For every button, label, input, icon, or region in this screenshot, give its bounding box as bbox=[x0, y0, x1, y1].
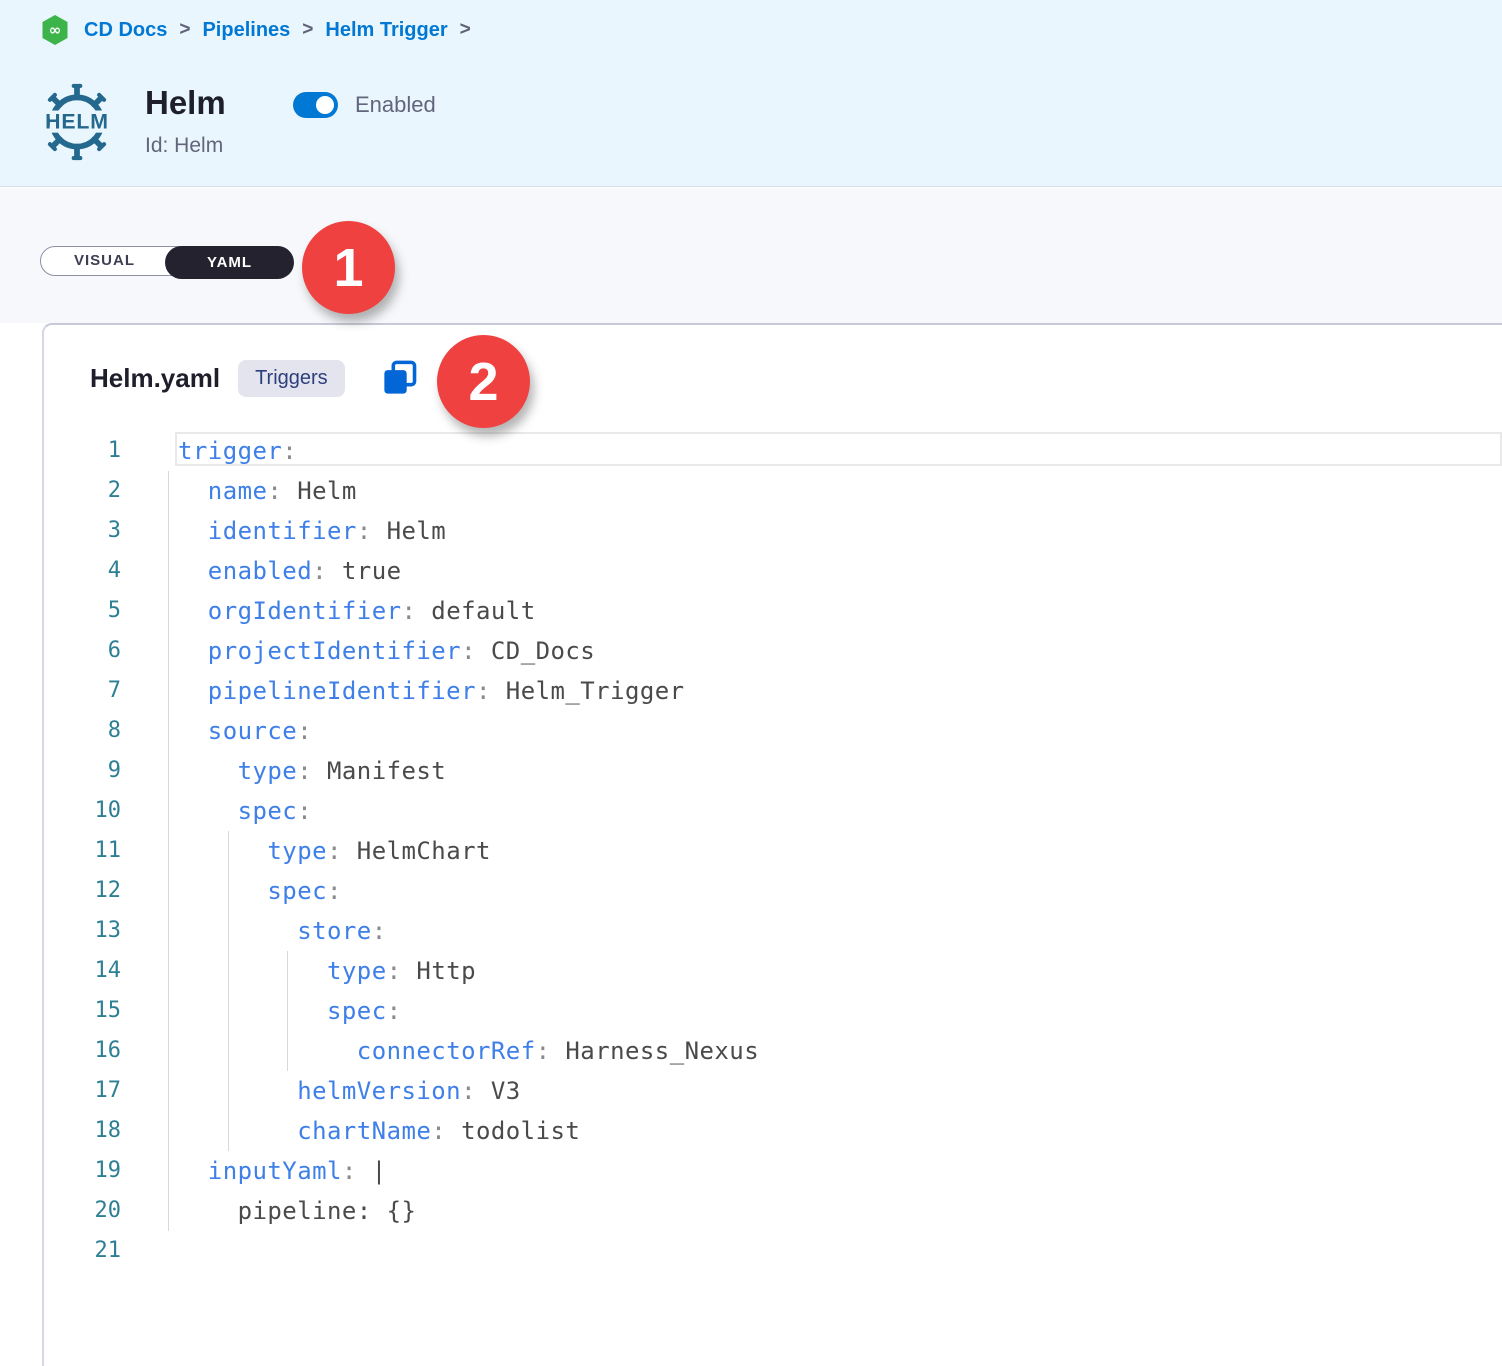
breadcrumb-separator: > bbox=[300, 19, 315, 41]
line-content: inputYaml: | bbox=[168, 1151, 1502, 1191]
line-number: 9 bbox=[44, 751, 168, 791]
line-content: pipeline: {} bbox=[168, 1191, 1502, 1231]
line-number: 18 bbox=[44, 1111, 168, 1151]
line-number: 21 bbox=[44, 1231, 168, 1271]
line-content: orgIdentifier: default bbox=[168, 591, 1502, 631]
svg-text:∞: ∞ bbox=[49, 21, 62, 39]
line-content: spec: bbox=[168, 871, 1502, 911]
line-number: 16 bbox=[44, 1031, 168, 1071]
toolbar-strip: VISUAL YAML 1 bbox=[0, 188, 1502, 323]
yaml-editor-rows[interactable]: 1trigger:2name: Helm3identifier: Helm4en… bbox=[44, 431, 1502, 1271]
editor-line[interactable]: 13store: bbox=[44, 911, 1502, 951]
svg-text:HELM: HELM bbox=[45, 110, 109, 134]
line-number: 1 bbox=[44, 431, 168, 471]
editor-line[interactable]: 3identifier: Helm bbox=[44, 511, 1502, 551]
line-content: store: bbox=[168, 911, 1502, 951]
page-header: ∞ CD Docs > Pipelines > Helm Trigger > HELM bbox=[0, 0, 1502, 187]
line-number: 20 bbox=[44, 1191, 168, 1231]
line-number: 11 bbox=[44, 831, 168, 871]
cd-module-icon: ∞ bbox=[40, 14, 70, 46]
toggle-knob bbox=[313, 93, 337, 117]
tab-visual[interactable]: VISUAL bbox=[41, 247, 168, 274]
page: ∞ CD Docs > Pipelines > Helm Trigger > HELM bbox=[0, 0, 1502, 1366]
line-content: spec: bbox=[168, 791, 1502, 831]
line-content: type: Http bbox=[168, 951, 1502, 991]
editor-line[interactable]: 8source: bbox=[44, 711, 1502, 751]
line-number: 3 bbox=[44, 511, 168, 551]
line-content: helmVersion: V3 bbox=[168, 1071, 1502, 1111]
breadcrumb-link[interactable]: CD Docs bbox=[84, 19, 167, 42]
editor-line[interactable]: 20pipeline: {} bbox=[44, 1191, 1502, 1231]
annotation-step-2: 2 bbox=[437, 335, 530, 428]
breadcrumb: ∞ CD Docs > Pipelines > Helm Trigger > bbox=[40, 14, 473, 46]
editor-line[interactable]: 1trigger: bbox=[44, 431, 1502, 471]
breadcrumb-link[interactable]: Helm Trigger bbox=[325, 19, 447, 42]
breadcrumb-separator: > bbox=[458, 19, 473, 41]
enabled-toggle[interactable] bbox=[293, 92, 338, 118]
editor-line[interactable]: 16connectorRef: Harness_Nexus bbox=[44, 1031, 1502, 1071]
line-content: name: Helm bbox=[168, 471, 1502, 511]
line-content: spec: bbox=[168, 991, 1502, 1031]
editor-line[interactable]: 11type: HelmChart bbox=[44, 831, 1502, 871]
editor-line[interactable]: 19inputYaml: | bbox=[44, 1151, 1502, 1191]
line-number: 19 bbox=[44, 1151, 168, 1191]
line-number: 13 bbox=[44, 911, 168, 951]
annotation-step-1: 1 bbox=[302, 221, 395, 314]
editor-line[interactable]: 12spec: bbox=[44, 871, 1502, 911]
line-content bbox=[168, 1231, 1502, 1271]
line-content: trigger: bbox=[168, 431, 1502, 471]
editor-line[interactable]: 18chartName: todolist bbox=[44, 1111, 1502, 1151]
line-number: 8 bbox=[44, 711, 168, 751]
copy-icon[interactable] bbox=[381, 359, 419, 397]
line-number: 15 bbox=[44, 991, 168, 1031]
editor-line[interactable]: 5orgIdentifier: default bbox=[44, 591, 1502, 631]
line-content: projectIdentifier: CD_Docs bbox=[168, 631, 1502, 671]
page-title: Helm bbox=[145, 84, 226, 122]
triggers-badge: Triggers bbox=[238, 360, 345, 397]
line-content: chartName: todolist bbox=[168, 1111, 1502, 1151]
line-content: type: HelmChart bbox=[168, 831, 1502, 871]
editor-line[interactable]: 17helmVersion: V3 bbox=[44, 1071, 1502, 1111]
enabled-label: Enabled bbox=[355, 92, 436, 118]
line-content: type: Manifest bbox=[168, 751, 1502, 791]
editor-line[interactable]: 10spec: bbox=[44, 791, 1502, 831]
line-content: identifier: Helm bbox=[168, 511, 1502, 551]
line-content: pipelineIdentifier: Helm_Trigger bbox=[168, 671, 1502, 711]
editor-line[interactable]: 21 bbox=[44, 1231, 1502, 1271]
trigger-id: Id: Helm bbox=[145, 134, 223, 158]
yaml-panel-header: Helm.yaml Triggers 2 bbox=[44, 325, 1502, 431]
line-number: 7 bbox=[44, 671, 168, 711]
editor-line[interactable]: 2name: Helm bbox=[44, 471, 1502, 511]
line-number: 2 bbox=[44, 471, 168, 511]
line-number: 5 bbox=[44, 591, 168, 631]
editor-line[interactable]: 14type: Http bbox=[44, 951, 1502, 991]
editor-line[interactable]: 7pipelineIdentifier: Helm_Trigger bbox=[44, 671, 1502, 711]
line-content: source: bbox=[168, 711, 1502, 751]
editor-line[interactable]: 4enabled: true bbox=[44, 551, 1502, 591]
breadcrumb-separator: > bbox=[177, 19, 192, 41]
line-number: 4 bbox=[44, 551, 168, 591]
editor-line[interactable]: 15spec: bbox=[44, 991, 1502, 1031]
yaml-panel: Helm.yaml Triggers 2 1trigger:2name: Hel… bbox=[42, 323, 1502, 1366]
editor-line[interactable]: 6projectIdentifier: CD_Docs bbox=[44, 631, 1502, 671]
file-name: Helm.yaml bbox=[90, 363, 220, 394]
line-number: 6 bbox=[44, 631, 168, 671]
view-mode-switch: VISUAL YAML bbox=[40, 246, 293, 276]
helm-logo: HELM bbox=[36, 78, 118, 166]
editor-line[interactable]: 9type: Manifest bbox=[44, 751, 1502, 791]
line-number: 10 bbox=[44, 791, 168, 831]
line-content: connectorRef: Harness_Nexus bbox=[168, 1031, 1502, 1071]
line-content: enabled: true bbox=[168, 551, 1502, 591]
tab-yaml[interactable]: YAML bbox=[165, 246, 294, 279]
line-number: 12 bbox=[44, 871, 168, 911]
line-number: 14 bbox=[44, 951, 168, 991]
line-number: 17 bbox=[44, 1071, 168, 1111]
breadcrumb-link[interactable]: Pipelines bbox=[202, 19, 290, 42]
